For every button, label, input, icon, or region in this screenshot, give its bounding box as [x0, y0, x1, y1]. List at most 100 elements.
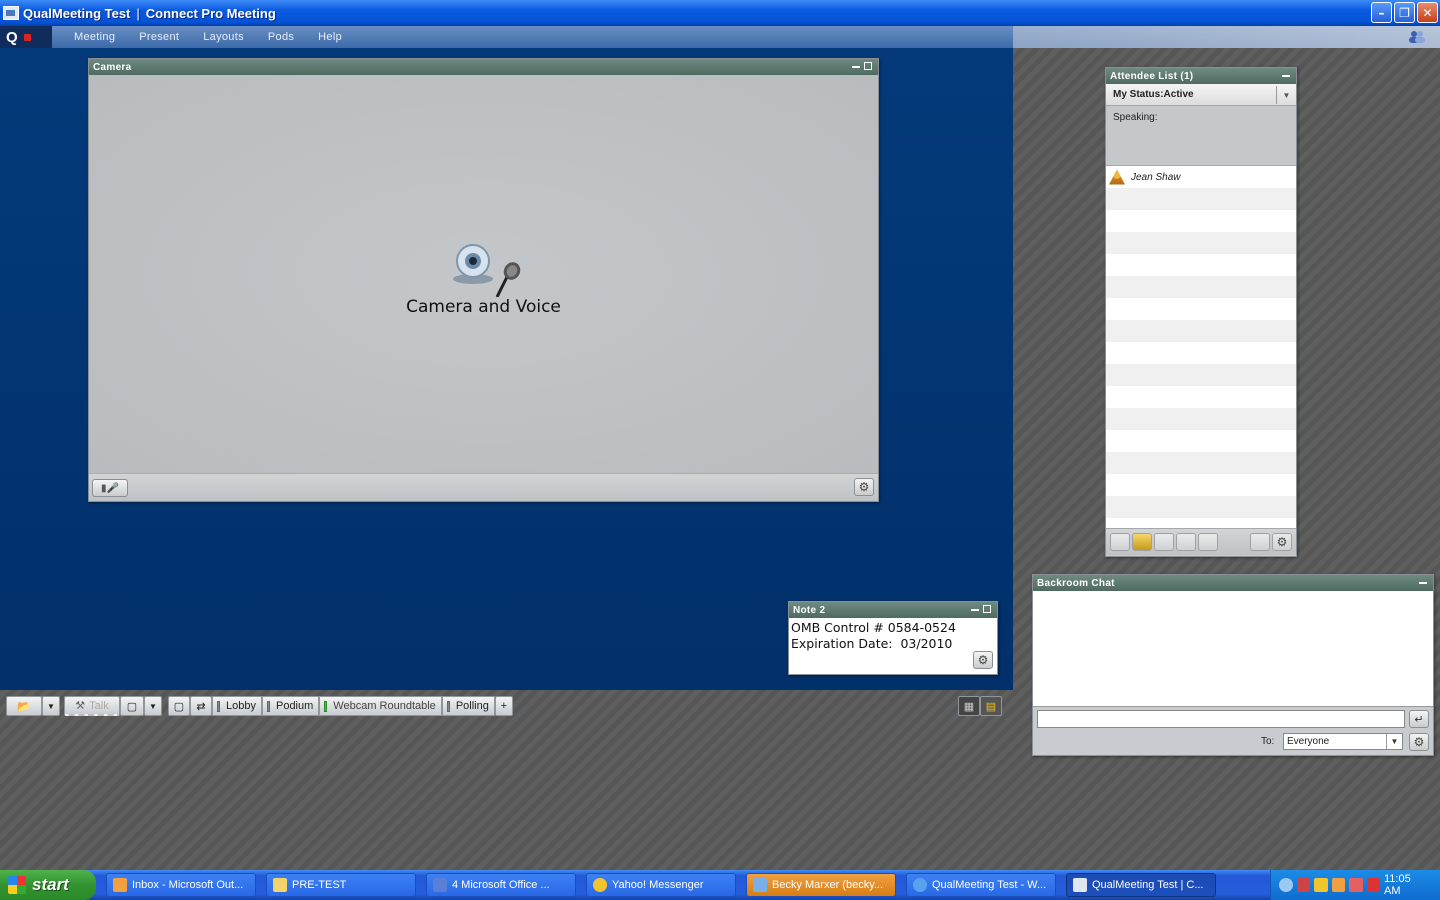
film-strip-icon[interactable]: ▤ — [980, 696, 1002, 716]
task-label: 4 Microsoft Office ... — [452, 879, 550, 891]
task-pre-test[interactable]: PRE-TEST — [266, 873, 416, 897]
send-enter-icon[interactable]: ↵ — [1409, 710, 1429, 728]
add-layout-label: + — [500, 700, 508, 712]
share-menu-icon[interactable]: 📂 — [6, 696, 42, 716]
camera-voice-button[interactable]: ▮🎤 — [92, 479, 128, 497]
task-outlook[interactable]: Inbox - Microsoft Out... — [106, 873, 256, 897]
minimize-pod-icon[interactable] — [852, 66, 860, 68]
agree-icon[interactable] — [1154, 533, 1174, 551]
tab-label: Podium — [275, 700, 314, 712]
add-layout-button[interactable]: + — [494, 696, 513, 716]
pod-options-gear-icon[interactable]: ⚙ — [1409, 733, 1429, 751]
windows-logo-icon — [8, 876, 26, 894]
camera-pod-footer: ▮🎤 ⚙ — [89, 473, 878, 501]
layout-tab-lobby[interactable]: Lobby — [212, 696, 262, 716]
chat-message-input[interactable] — [1037, 710, 1405, 728]
my-status-dropdown[interactable]: My Status:Active ▼ — [1106, 84, 1296, 106]
lock-icon[interactable]: ▢ — [120, 696, 144, 716]
layout-tab-polling[interactable]: Polling — [441, 696, 495, 716]
task-label: QualMeeting Test - W... — [932, 879, 1047, 891]
recipient-select[interactable]: Everyone ▼ — [1283, 733, 1403, 750]
camera-pod: Camera Camera and Voice ▮🎤 ⚙ — [88, 58, 879, 502]
task-yahoo[interactable]: Yahoo! Messenger — [586, 873, 736, 897]
people-icon[interactable] — [1408, 30, 1426, 44]
tab-indicator — [324, 700, 328, 712]
lock-layout-icon[interactable]: ▢ — [168, 696, 190, 716]
task-label: Becky Marxer (becky... — [772, 879, 884, 891]
tab-indicator — [266, 700, 270, 712]
grid-view-icon[interactable]: ▦ — [958, 696, 980, 716]
raise-hand-icon[interactable] — [1110, 533, 1130, 551]
attendee-list-pod: Attendee List (1) My Status:Active ▼ Spe… — [1105, 67, 1297, 557]
tray-expand-icon[interactable] — [1279, 878, 1293, 892]
window-title: QualMeeting Test — [23, 5, 131, 21]
chevron-down-icon[interactable]: ▼ — [144, 696, 162, 716]
layout-switch-icon[interactable]: ⇄ — [190, 696, 212, 716]
maximize-pod-icon[interactable] — [864, 62, 872, 70]
task-office[interactable]: 4 Microsoft Office ... — [426, 873, 576, 897]
window-subtitle: Connect Pro Meeting — [145, 5, 276, 21]
close-icon[interactable]: ✕ — [1417, 2, 1438, 23]
menubar-fade — [1013, 26, 1440, 48]
camera-pod-header[interactable]: Camera — [89, 59, 878, 75]
talk-button[interactable]: ⚒ Talk — [64, 696, 120, 716]
camera-pod-body: Camera and Voice — [89, 75, 878, 473]
menu-layouts[interactable]: Layouts — [191, 31, 256, 43]
layout-tab-podium[interactable]: Podium — [261, 696, 320, 716]
chevron-down-icon[interactable]: ▼ — [42, 696, 60, 716]
task-label: PRE-TEST — [292, 879, 347, 891]
layout-tab-webcam-roundtable[interactable]: Webcam Roundtable — [319, 696, 442, 716]
wrench-icon: ⚒ — [75, 700, 86, 712]
menu-present[interactable]: Present — [127, 31, 191, 43]
task-connect-pro[interactable]: QualMeeting Test | C... — [1066, 873, 1216, 897]
menu-bar: Q Meeting Present Layouts Pods Help — [0, 26, 1440, 48]
speaking-area: Speaking: — [1106, 106, 1296, 166]
webcam-microphone-icon[interactable] — [449, 241, 529, 297]
menu-help[interactable]: Help — [306, 31, 354, 43]
minimize-pod-icon[interactable] — [971, 609, 979, 611]
note-body[interactable]: OMB Control # 0584-0524 Expiration Date:… — [789, 618, 997, 654]
chat-pod-header[interactable]: Backroom Chat — [1033, 575, 1433, 591]
minimize-pod-icon[interactable] — [1282, 75, 1290, 77]
pod-options-gear-icon[interactable]: ⚙ — [854, 478, 874, 496]
menu-pods[interactable]: Pods — [256, 31, 306, 43]
tab-label: Lobby — [226, 700, 256, 712]
chevron-down-icon[interactable]: ▼ — [1386, 734, 1402, 749]
minimize-pod-icon[interactable] — [1419, 582, 1427, 584]
chevron-down-icon[interactable]: ▼ — [1276, 86, 1296, 104]
task-ie[interactable]: QualMeeting Test - W... — [906, 873, 1056, 897]
note-line: OMB Control # 0584-0524 — [791, 620, 956, 635]
chat-window-icon — [753, 878, 767, 892]
disagree-icon[interactable] — [1176, 533, 1196, 551]
menu-meeting[interactable]: Meeting — [62, 31, 127, 43]
chat-pod-title: Backroom Chat — [1037, 577, 1115, 589]
restore-icon[interactable]: ❐ — [1394, 2, 1415, 23]
outlook-tray-icon[interactable] — [1331, 878, 1345, 892]
pod-options-gear-icon[interactable]: ⚙ — [973, 651, 993, 669]
attendee-row[interactable]: Jean Shaw — [1106, 166, 1296, 188]
pod-options-gear-icon[interactable]: ⚙ — [1272, 533, 1292, 551]
task-becky[interactable]: Becky Marxer (becky... — [746, 873, 896, 897]
minimize-icon[interactable]: – — [1371, 2, 1392, 23]
network-icon[interactable] — [1296, 878, 1310, 892]
flag-tray-icon[interactable] — [1366, 878, 1380, 892]
outlook-icon — [113, 878, 127, 892]
step-away-icon[interactable] — [1198, 533, 1218, 551]
messenger-tray-icon[interactable] — [1314, 878, 1328, 892]
note-line: Expiration Date: 03/2010 — [791, 636, 953, 651]
maximize-pod-icon[interactable] — [983, 605, 991, 613]
folder-icon — [273, 878, 287, 892]
tab-indicator — [446, 700, 450, 712]
start-button[interactable]: start — [0, 870, 96, 900]
window-titlebar: QualMeeting Test | Connect Pro Meeting –… — [0, 0, 1440, 26]
phone-icon[interactable] — [1132, 533, 1152, 551]
tab-indicator — [217, 700, 220, 712]
attendee-pod-header[interactable]: Attendee List (1) — [1106, 68, 1296, 84]
view-mode-icon[interactable] — [1250, 533, 1270, 551]
note-pod-header[interactable]: Note 2 — [789, 602, 997, 618]
internet-explorer-icon — [913, 878, 927, 892]
clock: 11:05 AM — [1384, 873, 1411, 897]
task-label: Inbox - Microsoft Out... — [132, 879, 244, 891]
record-indicator-icon — [23, 33, 31, 41]
security-tray-icon[interactable] — [1349, 878, 1363, 892]
